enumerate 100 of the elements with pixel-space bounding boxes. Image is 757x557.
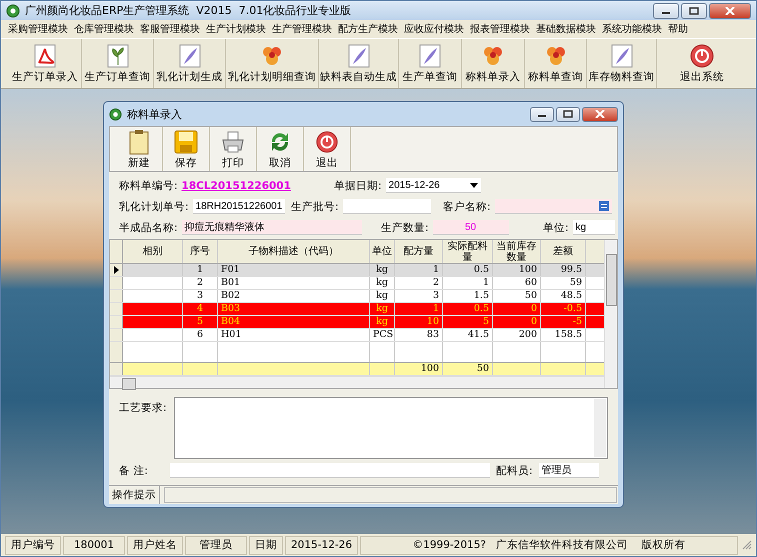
toolbar-button[interactable]: 保存: [163, 127, 210, 171]
table-cell: 4: [183, 303, 218, 316]
toolbar-button[interactable]: 退出系统: [657, 39, 747, 88]
menu-item[interactable]: 配方生产模块: [335, 22, 401, 36]
table-cell: 2: [395, 277, 443, 290]
menu-item[interactable]: 帮助: [665, 22, 691, 36]
menu-item[interactable]: 客服管理模块: [137, 22, 203, 36]
toolbar-button[interactable]: 生产订单查询: [82, 39, 154, 88]
date-picker[interactable]: 2015-12-26: [386, 178, 481, 193]
menu-item[interactable]: 应收应付模块: [401, 22, 467, 36]
table-cell: 0: [493, 316, 541, 328]
toolbar-button[interactable]: 乳化计划生成: [154, 39, 226, 88]
table-cell: 1.5: [443, 290, 493, 302]
toolbar-button[interactable]: 称料单录入: [462, 39, 525, 88]
column-header[interactable]: 实际配料量: [443, 240, 493, 264]
table-cell: kg: [370, 290, 395, 302]
maximize-button[interactable]: [681, 2, 707, 18]
menu-item[interactable]: 报表管理模块: [467, 22, 533, 36]
table-cell: kg: [370, 316, 395, 328]
table-cell: PCS: [370, 329, 395, 342]
table-cell: kg: [370, 303, 395, 316]
column-header[interactable]: 序号: [183, 240, 218, 264]
table-cell: kg: [370, 264, 395, 276]
table-cell: 41.5: [443, 329, 493, 342]
column-header[interactable]: 当前库存数量: [493, 240, 541, 264]
table-cell: 158.5: [541, 329, 586, 342]
table-cell: 3: [183, 290, 218, 302]
toolbar-button[interactable]: 库存物料查询: [587, 39, 657, 88]
power-icon: [315, 128, 339, 154]
toolbar-button[interactable]: 退出: [304, 127, 351, 171]
leaf-icon: [104, 43, 130, 69]
total-cell: 100: [395, 363, 443, 376]
table-cell: 60: [493, 277, 541, 290]
table-cell: 3: [395, 290, 443, 302]
lookup-icon: [598, 201, 609, 211]
input-field[interactable]: [494, 199, 612, 214]
status-panel: ©1999-2015? 广东信华软件科技有限公司 版权所有: [360, 536, 738, 554]
toolbar-button[interactable]: 新建: [116, 127, 163, 171]
column-header[interactable]: 差额: [541, 240, 586, 264]
input-field[interactable]: 抑痘无痕精华液体: [182, 220, 362, 235]
menu-item[interactable]: 生产管理模块: [269, 22, 335, 36]
maximize-button[interactable]: [556, 106, 580, 122]
close-icon: [725, 6, 735, 14]
table-cell: 1: [183, 264, 218, 276]
toolbar-button[interactable]: 缺料表自动生成: [319, 39, 399, 88]
menu-item[interactable]: 基础数据模块: [533, 22, 599, 36]
table-cell: 48.5: [541, 290, 586, 302]
minimize-button[interactable]: [530, 106, 554, 122]
row-pointer-icon: [114, 266, 118, 274]
table-cell: B02: [218, 290, 370, 302]
field-label: 生产批号:: [291, 200, 339, 214]
close-button[interactable]: [709, 2, 751, 18]
status-panel: 180001: [63, 536, 125, 554]
feather-icon: [176, 43, 202, 69]
menu-item[interactable]: 仓库管理模块: [71, 22, 137, 36]
table-cell: B01: [218, 277, 370, 290]
menu-item[interactable]: 采购管理模块: [5, 22, 71, 36]
horizontal-scrollbar[interactable]: [110, 376, 604, 388]
vertical-scrollbar[interactable]: [604, 240, 617, 388]
input-field[interactable]: kg: [572, 220, 615, 235]
input-field[interactable]: 18RH20151226001: [192, 199, 285, 214]
table-cell: 5: [183, 316, 218, 328]
toolbar-button[interactable]: 称料单查询: [525, 39, 587, 88]
toolbar-button[interactable]: 生产订单录入: [9, 39, 82, 88]
input-field[interactable]: [342, 199, 431, 214]
table-cell: kg: [370, 277, 395, 290]
menu-item[interactable]: 系统功能模块: [599, 22, 665, 36]
toolbar-button[interactable]: 取消: [257, 127, 304, 171]
field-label: 备 注:: [119, 464, 149, 478]
close-button[interactable]: [582, 106, 618, 122]
document-icon: [32, 43, 58, 69]
close-icon: [595, 110, 605, 118]
field-label: 工艺要求:: [119, 401, 164, 416]
column-header[interactable]: 子物料描述（代码）: [218, 240, 370, 264]
table-cell: 10: [395, 316, 443, 328]
input-field[interactable]: [170, 463, 490, 478]
feather-icon: [417, 43, 443, 69]
field-label: 称料单编号:: [119, 178, 178, 192]
table-cell: 59: [541, 277, 586, 290]
table-cell: 200: [493, 329, 541, 342]
toolbar-button[interactable]: 打印: [210, 127, 257, 171]
toolbar-button[interactable]: 生产单查询: [399, 39, 462, 88]
field-label: 生产数量:: [381, 220, 429, 234]
table-cell: B03: [218, 303, 370, 316]
menu-item[interactable]: 生产计划模块: [203, 22, 269, 36]
column-header[interactable]: 单位: [370, 240, 395, 264]
minimize-button[interactable]: [653, 2, 679, 18]
column-header[interactable]: 配方量: [395, 240, 443, 264]
app-icon: [109, 108, 122, 120]
input-field[interactable]: 管理员: [538, 463, 599, 478]
table-cell: 2: [183, 277, 218, 290]
toolbar-button[interactable]: 乳化计划明细查询: [226, 39, 319, 88]
column-header[interactable]: 相别: [123, 240, 183, 264]
total-cell: 50: [443, 363, 493, 376]
text-area[interactable]: [174, 397, 608, 459]
table-cell: -5: [541, 316, 586, 328]
row-header[interactable]: [110, 264, 123, 276]
table-cell: 99.5: [541, 264, 586, 276]
table-cell: 83: [395, 329, 443, 342]
status-label: 操作提示: [109, 486, 160, 504]
